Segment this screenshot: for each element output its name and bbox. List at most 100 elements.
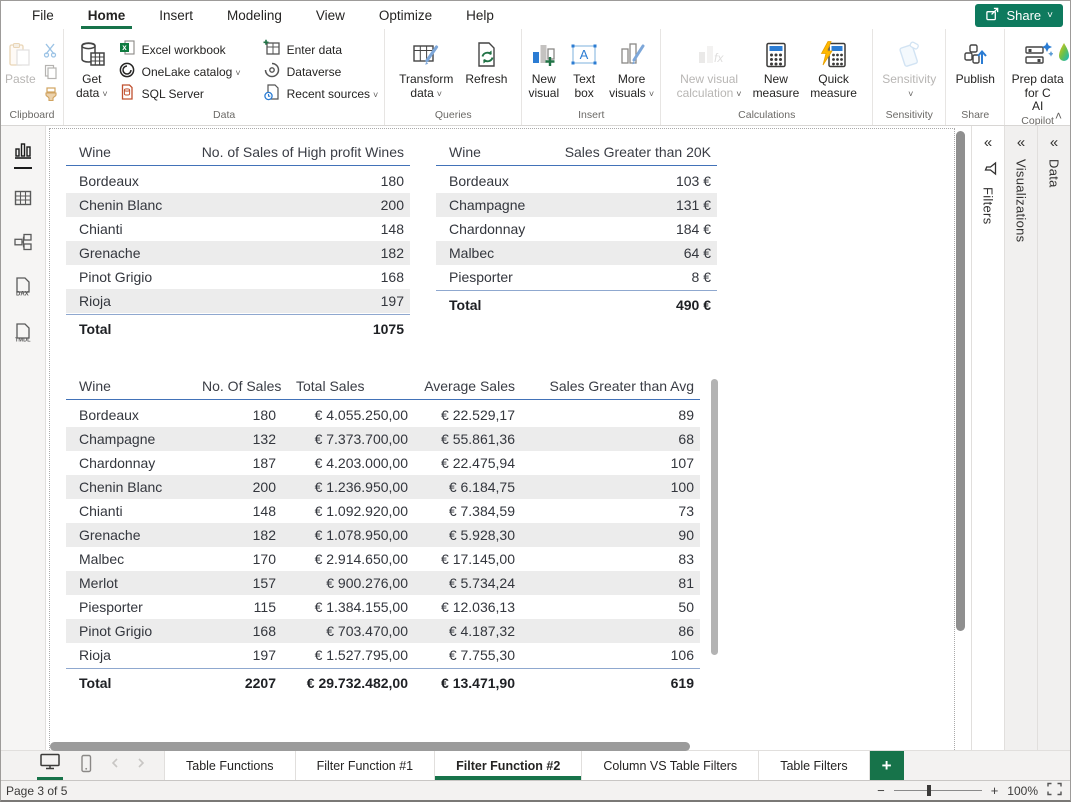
page-tab-filter-function-1[interactable]: Filter Function #1 xyxy=(296,751,436,780)
expand-data-pane-icon[interactable]: « xyxy=(1050,136,1058,150)
table-row[interactable]: Grenache182€ 1.078.950,00€ 5.928,3090 xyxy=(66,523,700,547)
visual-table-sales-greater-20k[interactable]: WineSales Greater than 20KBordeaux103 €C… xyxy=(436,139,717,319)
next-page-arrow-icon[interactable] xyxy=(135,756,147,775)
table-view-button[interactable] xyxy=(11,188,35,213)
table-row[interactable]: Malbec64 € xyxy=(436,241,717,265)
table-row[interactable]: Malbec170€ 2.914.650,00€ 17.145,0083 xyxy=(66,547,700,571)
table-row[interactable]: Chianti148 xyxy=(66,217,410,241)
zoom-in-button[interactable]: + xyxy=(991,783,999,798)
onelake-catalog-button[interactable]: OneLake catalog xyxy=(112,61,247,82)
column-header[interactable]: Wine xyxy=(66,139,166,165)
copy-icon[interactable] xyxy=(40,62,62,82)
model-view-button[interactable] xyxy=(11,232,35,257)
data-pane-collapsed[interactable]: « Data xyxy=(1037,126,1070,750)
table-row[interactable]: Champagne132€ 7.373.700,00€ 55.861,3668 xyxy=(66,427,700,451)
table-row[interactable]: Chenin Blanc200€ 1.236.950,00€ 6.184,751… xyxy=(66,475,700,499)
menu-insert[interactable]: Insert xyxy=(142,1,210,29)
table-cell: 89 xyxy=(521,403,700,427)
column-header[interactable]: Wine xyxy=(436,139,541,165)
recent-sources-button[interactable]: Recent sources xyxy=(257,83,385,104)
table-row[interactable]: Rioja197 xyxy=(66,289,410,313)
canvas-vertical-scrollbar[interactable] xyxy=(956,131,965,631)
report-view-button[interactable] xyxy=(11,140,35,169)
table-row[interactable]: Pinot Grigio168€ 703.470,00€ 4.187,3286 xyxy=(66,619,700,643)
expand-visualizations-pane-icon[interactable]: « xyxy=(1017,136,1025,150)
dataverse-button[interactable]: Dataverse xyxy=(257,61,385,82)
table-cell: 81 xyxy=(521,571,700,595)
table-row[interactable]: Chianti148€ 1.092.920,00€ 7.384,5973 xyxy=(66,499,700,523)
publish-button[interactable]: Publish xyxy=(952,34,999,87)
filters-pane-collapsed[interactable]: « Filters xyxy=(971,126,1004,750)
quick-measure-button[interactable]: Quick measure xyxy=(806,34,861,100)
table-row[interactable]: Chardonnay187€ 4.203.000,00€ 22.475,9410… xyxy=(66,451,700,475)
table-vertical-scrollbar[interactable] xyxy=(711,379,718,655)
new-visual-button[interactable]: New visual xyxy=(524,34,563,100)
new-measure-button[interactable]: New measure xyxy=(749,34,804,100)
page-tab-table-filters[interactable]: Table Filters xyxy=(759,751,869,780)
table-row[interactable]: Chardonnay184 € xyxy=(436,217,717,241)
new-visual-calculation-button[interactable]: fx New visual calculation xyxy=(673,34,746,101)
sql-server-button[interactable]: SQL Server xyxy=(112,83,247,104)
table-row[interactable]: Piesporter115€ 1.384.155,00€ 12.036,1350 xyxy=(66,595,700,619)
excel-workbook-button[interactable]: x Excel workbook xyxy=(112,39,247,60)
zoom-slider[interactable] xyxy=(894,790,982,791)
table-row[interactable]: Grenache182 xyxy=(66,241,410,265)
refresh-button[interactable]: Refresh xyxy=(461,34,511,87)
page-tab-column-vs-table-filters[interactable]: Column VS Table Filters xyxy=(582,751,759,780)
table-row[interactable]: Rioja197€ 1.527.795,00€ 7.755,30106 xyxy=(66,643,700,667)
page-tab-filter-function-2[interactable]: Filter Function #2 xyxy=(435,751,582,780)
menu-optimize[interactable]: Optimize xyxy=(362,1,449,29)
fit-to-page-icon[interactable] xyxy=(1047,782,1062,799)
column-header[interactable]: No. Of Sales xyxy=(196,373,282,399)
table-row[interactable]: Pinot Grigio168 xyxy=(66,265,410,289)
format-painter-icon[interactable] xyxy=(40,84,62,104)
table-row[interactable]: Bordeaux180 xyxy=(66,169,410,193)
canvas-horizontal-scrollbar[interactable] xyxy=(50,742,690,751)
recent-sources-icon xyxy=(263,83,281,104)
mobile-layout-button[interactable] xyxy=(77,754,95,778)
collapse-ribbon-icon[interactable]: ˄ xyxy=(1055,109,1062,123)
more-visuals-button[interactable]: More visuals xyxy=(605,34,658,101)
column-header[interactable]: Wine xyxy=(66,373,196,399)
table-cell: € 703.470,00 xyxy=(282,619,414,643)
transform-data-button[interactable]: Transform data xyxy=(395,34,457,101)
get-data-button[interactable]: Get data xyxy=(72,34,112,101)
table-row[interactable]: Piesporter8 € xyxy=(436,265,717,289)
text-box-button[interactable]: A Text box xyxy=(565,34,603,100)
share-button[interactable]: Share ˅ xyxy=(975,4,1063,27)
zoom-out-button[interactable]: − xyxy=(877,783,885,798)
page-tab-table-functions[interactable]: Table Functions xyxy=(164,751,296,780)
menu-file[interactable]: File xyxy=(15,1,71,29)
previous-page-arrow-icon[interactable] xyxy=(109,756,121,775)
visualizations-pane-collapsed[interactable]: « Visualizations xyxy=(1004,126,1037,750)
menu-home[interactable]: Home xyxy=(71,1,143,29)
table-row[interactable]: Bordeaux103 € xyxy=(436,169,717,193)
add-page-button[interactable] xyxy=(870,751,904,780)
column-header[interactable]: Sales Greater than 20K xyxy=(541,139,717,165)
enter-data-button[interactable]: Enter data xyxy=(257,39,385,60)
menu-modeling[interactable]: Modeling xyxy=(210,1,299,29)
dax-query-view-button[interactable]: DAX xyxy=(11,276,35,303)
menu-help[interactable]: Help xyxy=(449,1,511,29)
paste-button[interactable]: Paste xyxy=(1,34,40,87)
column-header[interactable]: Average Sales xyxy=(414,373,521,399)
visual-table-wine-sales-summary[interactable]: WineNo. Of SalesTotal SalesAverage Sales… xyxy=(66,373,700,697)
expand-filters-pane-icon[interactable]: « xyxy=(984,136,992,150)
desktop-layout-button[interactable] xyxy=(37,752,63,780)
table-row[interactable]: Bordeaux180€ 4.055.250,00€ 22.529,1789 xyxy=(66,403,700,427)
sensitivity-button[interactable]: Sensitivity xyxy=(878,34,940,101)
column-header[interactable]: Total Sales xyxy=(282,373,414,399)
column-header[interactable]: No. of Sales of High profit Wines xyxy=(166,139,410,165)
zoom-slider-thumb[interactable] xyxy=(927,785,931,796)
table-row[interactable]: Merlot157€ 900.276,00€ 5.734,2481 xyxy=(66,571,700,595)
tmdl-view-button[interactable]: TMDL xyxy=(11,322,35,349)
copilot-icon[interactable] xyxy=(1058,39,1070,74)
menu-view[interactable]: View xyxy=(299,1,362,29)
table-row[interactable]: Champagne131 € xyxy=(436,193,717,217)
column-header[interactable]: Sales Greater than Avg xyxy=(521,373,700,399)
table-cell: 168 xyxy=(166,265,410,289)
report-canvas[interactable]: WineNo. of Sales of High profit WinesBor… xyxy=(46,126,971,750)
cut-icon[interactable] xyxy=(40,40,62,60)
visual-table-high-profit-wines[interactable]: WineNo. of Sales of High profit Wines Bor… xyxy=(66,139,410,343)
table-row[interactable]: Chenin Blanc200 xyxy=(66,193,410,217)
